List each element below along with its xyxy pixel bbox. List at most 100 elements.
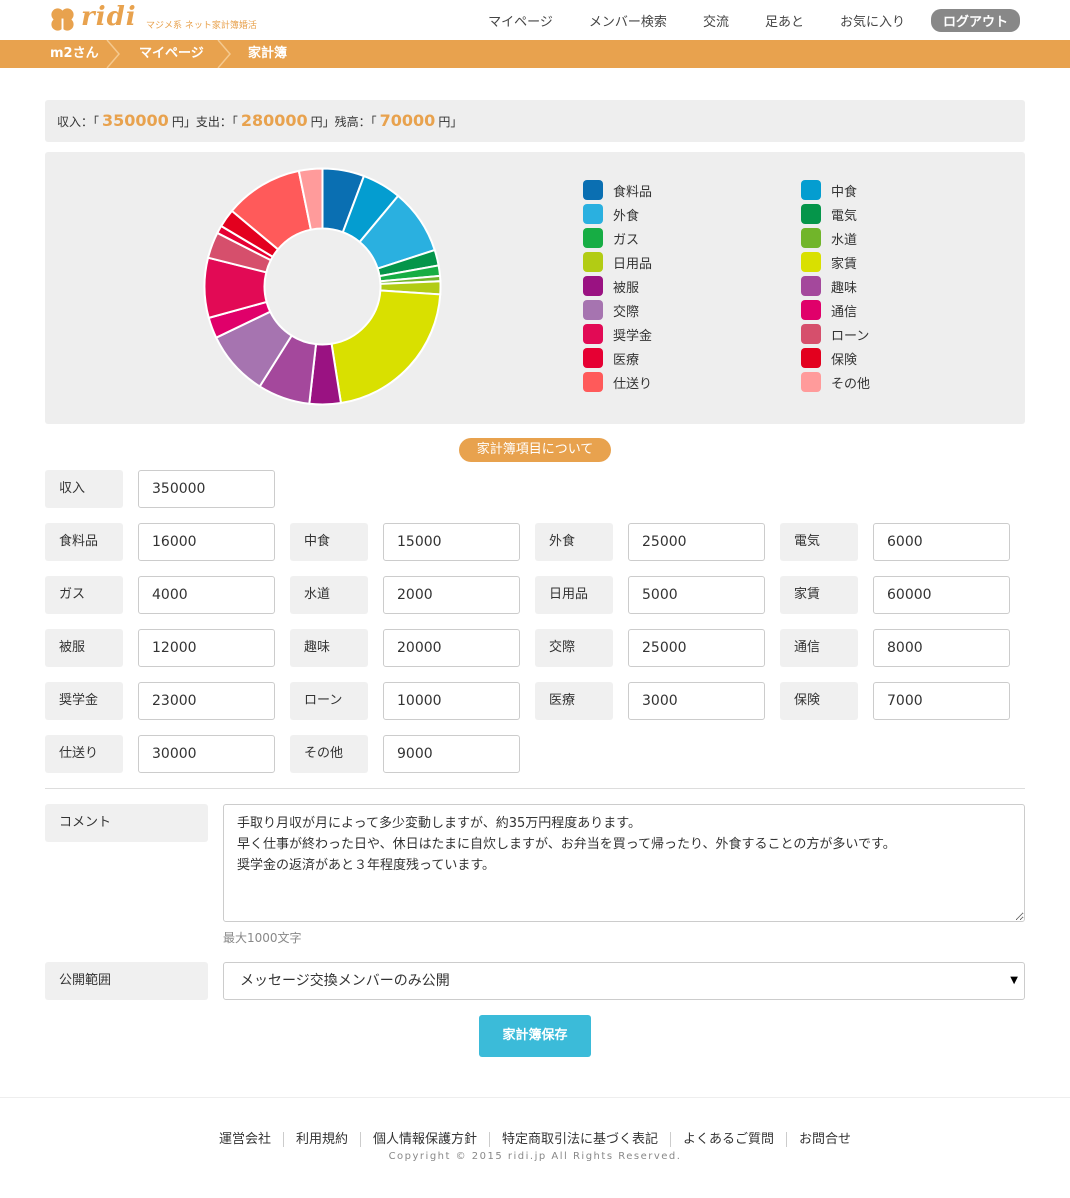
legend-label: 奨学金 (613, 328, 653, 344)
legend-label: 仕送り (613, 376, 653, 392)
expense-donut-chart (203, 167, 442, 406)
legend-item: 奨学金 (583, 324, 652, 344)
footer-link-terms[interactable]: 利用規約 (282, 1132, 360, 1147)
expense-label: 奨学金 (45, 682, 123, 720)
nav-member-search[interactable]: メンバー検索 (589, 11, 667, 30)
expense-input[interactable] (138, 682, 275, 720)
about-items-button[interactable]: 家計簿項目について (459, 438, 611, 462)
legend-item: 趣味 (801, 276, 857, 296)
comment-textarea[interactable]: 手取り月収が月によって多少変動しますが、約35万円程度あります。 早く仕事が終わ… (223, 804, 1025, 922)
expense-input[interactable] (383, 629, 520, 667)
expense-input[interactable] (138, 735, 275, 773)
expense-input[interactable] (628, 682, 765, 720)
footer-link-company[interactable]: 運営会社 (207, 1132, 283, 1147)
legend-label: その他 (831, 376, 871, 392)
logo[interactable]: ridi マジメ系 ネット家計簿婚活 (49, 2, 279, 35)
income-label: 収入 (45, 470, 123, 508)
legend-swatch (801, 372, 821, 392)
legend-item: 電気 (801, 204, 857, 224)
comment-label: コメント (45, 804, 208, 842)
legend-swatch (583, 228, 603, 248)
nav-exchange[interactable]: 交流 (703, 11, 729, 30)
legend-label: 医療 (613, 352, 640, 368)
income-prefix: 収入：「 (57, 115, 100, 129)
expense-input[interactable] (873, 629, 1010, 667)
expense-label: 通信 (780, 629, 858, 667)
expense-label: 水道 (290, 576, 368, 614)
expense-input[interactable] (383, 523, 520, 561)
legend-item: 日用品 (583, 252, 652, 272)
legend-item: 食料品 (583, 180, 652, 200)
legend-label: 趣味 (831, 280, 858, 296)
breadcrumb-user[interactable]: m2さん (50, 40, 99, 68)
expense-label: ガス (45, 576, 123, 614)
expense-input[interactable] (628, 629, 765, 667)
legend-label: 家賃 (831, 256, 858, 272)
save-budget-button[interactable]: 家計簿保存 (479, 1015, 591, 1057)
breadcrumb-current: 家計簿 (248, 46, 288, 61)
legend-item: 中食 (801, 180, 857, 200)
legend-swatch (801, 276, 821, 296)
income-input[interactable] (138, 470, 275, 508)
footer-link-privacy[interactable]: 個人情報保護方針 (359, 1132, 489, 1147)
footer-links: 運営会社 利用規約 個人情報保護方針 特定商取引法に基づく表記 よくあるご質問 お問合せ (0, 1128, 1070, 1147)
legend-swatch (583, 372, 603, 392)
expense-input[interactable] (383, 735, 520, 773)
copyright: Copyright © 2015 ridi.jp All Rights Rese… (388, 1151, 682, 1162)
expense-label: 食料品 (45, 523, 123, 561)
expense-input[interactable] (138, 629, 275, 667)
nav-mypage[interactable]: マイページ (488, 11, 553, 30)
budget-summary: 収入：「 350000 円」支出：「 280000 円」残高：「 70000 円」 (45, 100, 1025, 142)
divider (45, 788, 1025, 789)
comment-line: 早く仕事が終わった日や、休日はたまに自炊しますが、お弁当を買って帰ったり、外食す… (237, 837, 896, 852)
legend-swatch (801, 204, 821, 224)
legend-label: 日用品 (613, 256, 653, 272)
donut-slice (330, 289, 442, 405)
expense-label: 家賃 (780, 576, 858, 614)
expense-label: 交際 (535, 629, 613, 667)
expense-label: 電気 (780, 523, 858, 561)
expense-label: 仕送り (45, 735, 123, 773)
legend-label: 外食 (613, 208, 640, 224)
footer-link-contact[interactable]: お問合せ (786, 1132, 864, 1147)
legend-label: 交際 (613, 304, 640, 320)
expense-input[interactable] (873, 682, 1010, 720)
expense-input[interactable] (383, 576, 520, 614)
comment-line: 手取り月収が月によって多少変動しますが、約35万円程度あります。 (237, 816, 641, 831)
main-nav: マイページ メンバー検索 交流 足あと お気に入り ログアウト (452, 9, 1020, 32)
footer-divider (0, 1097, 1070, 1098)
expense-input[interactable] (383, 682, 520, 720)
expense-input[interactable] (138, 576, 275, 614)
expense-input[interactable] (628, 576, 765, 614)
expense-label: 中食 (290, 523, 368, 561)
legend-swatch (801, 252, 821, 272)
brand-tagline: マジメ系 ネット家計簿婚活 (146, 21, 257, 31)
legend-label: 水道 (831, 232, 858, 248)
visibility-selected: メッセージ交換メンバーのみ公開 (240, 973, 450, 989)
expense-input[interactable] (138, 523, 275, 561)
expense-label: その他 (290, 735, 368, 773)
dropdown-caret-icon: ▼ (1010, 975, 1018, 986)
expense-input[interactable] (628, 523, 765, 561)
expense-label: 医療 (535, 682, 613, 720)
expense-label: 保険 (780, 682, 858, 720)
comment-line: 奨学金の返済があと３年程度残っています。 (237, 858, 496, 873)
legend-item: 仕送り (583, 372, 652, 392)
nav-favorites[interactable]: お気に入り (840, 11, 905, 30)
legend-swatch (583, 252, 603, 272)
legend-label: 保険 (831, 352, 858, 368)
expense-input[interactable] (873, 523, 1010, 561)
nav-footprints[interactable]: 足あと (765, 11, 804, 30)
legend-item: ガス (583, 228, 639, 248)
comment-max-length: 最大1000文字 (223, 931, 302, 945)
logout-button[interactable]: ログアウト (930, 9, 1020, 32)
footer-link-faq[interactable]: よくあるご質問 (670, 1132, 787, 1147)
breadcrumb-mypage[interactable]: マイページ (139, 40, 204, 68)
legend-item: 医療 (583, 348, 639, 368)
footer-link-commerce-law[interactable]: 特定商取引法に基づく表記 (489, 1132, 671, 1147)
visibility-select[interactable]: メッセージ交換メンバーのみ公開 ▼ (223, 962, 1025, 1000)
balance-prefix: 円」残高：「 (310, 115, 377, 129)
legend-label: 被服 (613, 280, 640, 296)
legend-item: ローン (801, 324, 869, 344)
expense-input[interactable] (873, 576, 1010, 614)
